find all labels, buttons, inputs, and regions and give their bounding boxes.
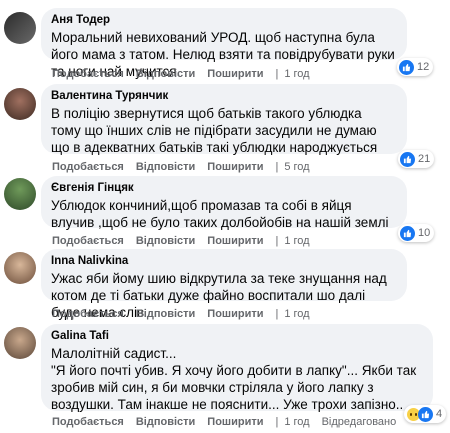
comment-author[interactable]: Аня Тодер xyxy=(51,13,395,27)
comment-actions: Подобається Відповісти Поширити | 1 год xyxy=(52,67,322,81)
separator-dot: | xyxy=(275,68,279,80)
comment-author[interactable]: Galina Tafi xyxy=(51,329,421,343)
avatar[interactable] xyxy=(4,178,36,210)
comment-actions: Подобається Відповісти Поширити | 1 год Відре… xyxy=(52,415,408,429)
comment-actions: Подобається Відповісти Поширити | 1 год xyxy=(52,234,322,248)
comment-time[interactable]: 1 год xyxy=(284,415,309,429)
comment-author[interactable]: Inna Nalivkina xyxy=(51,254,395,268)
avatar[interactable] xyxy=(4,327,36,359)
avatar[interactable] xyxy=(4,12,36,44)
edited-label[interactable]: Відредаговано xyxy=(322,415,397,429)
reaction-count: 10 xyxy=(418,227,431,239)
like-button[interactable]: Подобається xyxy=(52,307,124,321)
like-button[interactable]: Подобається xyxy=(52,67,124,81)
comment-time[interactable]: 5 год xyxy=(284,160,309,174)
reply-button[interactable]: Відповісти xyxy=(136,160,195,174)
like-button[interactable]: Подобається xyxy=(52,234,124,248)
comment-bubble: Galina Tafi Малолітній садист... "Я його… xyxy=(41,324,433,412)
comment-time[interactable]: 1 год xyxy=(284,307,309,321)
reply-button[interactable]: Відповісти xyxy=(136,415,195,429)
comment-bubble: Євгенія Гінцяк Ублюдок кончиний,щоб пром… xyxy=(41,176,407,230)
comment-text: Ублюдок кончиний,щоб промазав та собі в … xyxy=(51,198,389,230)
comment-bubble: Валентина Турянчик В поліцію звернутися … xyxy=(41,84,407,155)
comment-text: В поліцію звернутися щоб батьків такого … xyxy=(51,106,378,155)
separator-dot: | xyxy=(275,235,279,247)
share-button[interactable]: Поширити xyxy=(207,307,263,321)
like-icon xyxy=(399,59,414,75)
comment-time[interactable]: 1 год xyxy=(284,67,309,81)
avatar[interactable] xyxy=(4,88,36,120)
comment-author[interactable]: Валентина Турянчик xyxy=(51,89,395,103)
reaction-count: 12 xyxy=(417,61,430,73)
share-button[interactable]: Поширити xyxy=(207,234,263,248)
separator-dot: | xyxy=(275,161,279,173)
reply-button[interactable]: Відповісти xyxy=(136,67,195,81)
reaction-summary[interactable]: 21 xyxy=(398,150,435,168)
reaction-summary[interactable]: 12 xyxy=(397,58,434,76)
comment-author[interactable]: Євгенія Гінцяк xyxy=(51,181,395,195)
reply-button[interactable]: Відповісти xyxy=(136,234,195,248)
comment-time[interactable]: 1 год xyxy=(284,234,309,248)
avatar[interactable] xyxy=(4,252,36,284)
comment-text: Малолітній садист... "Я його почті убив.… xyxy=(51,346,417,412)
comment-actions: Подобається Відповісти Поширити | 1 год xyxy=(52,307,322,321)
comment-bubble: Inna Nalivkina Ужас яби йому шию відкрут… xyxy=(41,249,407,320)
reaction-summary[interactable]: 4 xyxy=(404,405,447,423)
separator-dot: | xyxy=(275,416,279,428)
like-icon xyxy=(400,151,415,167)
reaction-count: 4 xyxy=(436,408,443,420)
like-icon xyxy=(400,225,415,241)
reaction-count: 21 xyxy=(418,153,431,165)
reaction-summary[interactable]: 10 xyxy=(398,224,435,242)
separator-dot: | xyxy=(275,308,279,320)
share-button[interactable]: Поширити xyxy=(207,415,263,429)
like-button[interactable]: Подобається xyxy=(52,415,124,429)
share-button[interactable]: Поширити xyxy=(207,67,263,81)
comment-bubble: Аня Тодер Моральний невихований УРОД. що… xyxy=(41,8,407,79)
comment-actions: Подобається Відповісти Поширити | 5 год xyxy=(52,160,322,174)
reply-button[interactable]: Відповісти xyxy=(136,307,195,321)
like-icon xyxy=(418,406,433,422)
like-button[interactable]: Подобається xyxy=(52,160,124,174)
share-button[interactable]: Поширити xyxy=(207,160,263,174)
